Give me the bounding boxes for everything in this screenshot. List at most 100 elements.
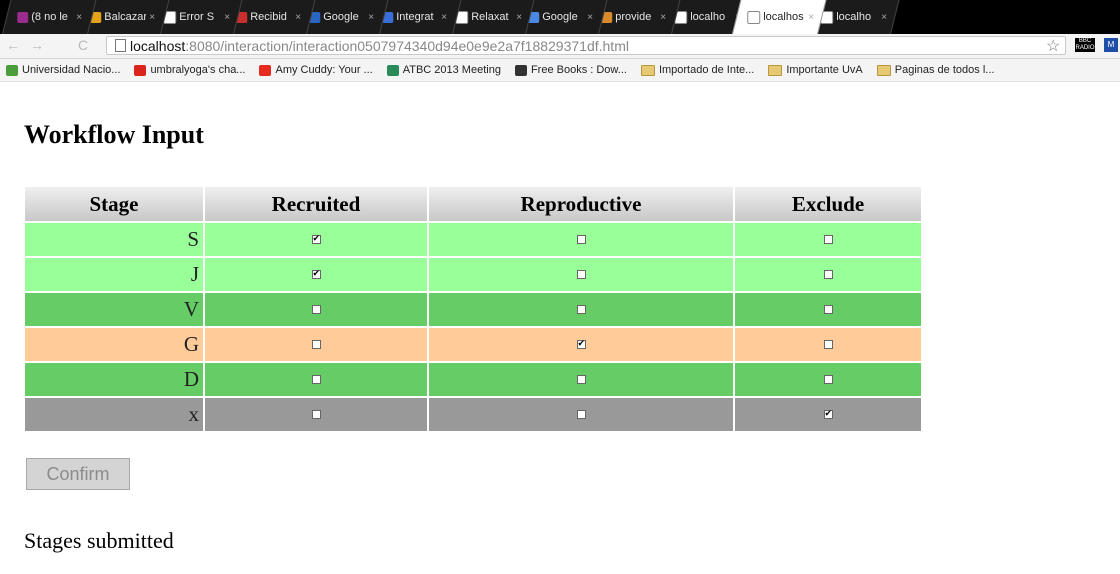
tab-close-icon[interactable]: × (516, 12, 522, 23)
exclude-cell (735, 258, 921, 291)
bookmark-label: Paginas de todos l... (894, 64, 995, 76)
tab-close-icon[interactable]: × (660, 12, 666, 23)
column-header-exclude: Exclude (735, 187, 921, 221)
recruited-checkbox[interactable] (311, 305, 321, 315)
tab-close-icon[interactable]: × (224, 12, 230, 23)
address-path: :8080/interaction/interaction0507974340d… (185, 38, 629, 54)
tab-close-icon[interactable]: × (368, 12, 374, 23)
folder-icon (768, 64, 783, 76)
exclude-cell (735, 223, 921, 256)
exclude-checkbox[interactable] (823, 305, 833, 315)
stage-cell: G (25, 328, 203, 361)
table-row: V (25, 293, 921, 326)
bookmark-item[interactable]: Importante UvA (768, 59, 863, 81)
browser-tab[interactable]: (8 no le × (2, 0, 97, 34)
youtube-icon (134, 64, 147, 76)
exclude-cell (735, 328, 921, 361)
ted-icon (259, 64, 272, 76)
bookmark-label: Amy Cuddy: Your ... (275, 64, 373, 76)
reload-icon[interactable]: C (78, 37, 88, 53)
browser-toolbar: ← → C localhost:8080/interaction/interac… (0, 34, 1120, 59)
recruited-cell: ✔ (205, 258, 427, 291)
reproductive-cell (429, 398, 733, 431)
exclude-checkbox[interactable] (823, 375, 833, 385)
reproductive-cell (429, 223, 733, 256)
bookmark-item[interactable]: Paginas de todos l... (876, 59, 995, 81)
table-header-row: Stage Recruited Reproductive Exclude (25, 187, 921, 221)
browser-tab-label: Integrat (396, 11, 434, 23)
reproductive-checkbox[interactable] (576, 270, 586, 280)
browser-tab-label: Relaxat (471, 11, 509, 23)
browser-tab-label: (8 no le (31, 11, 68, 23)
back-arrow-icon[interactable]: ← (6, 37, 20, 53)
recruited-cell (205, 363, 427, 396)
stage-cell: D (25, 363, 203, 396)
folder-icon (876, 64, 891, 76)
reproductive-checkbox[interactable] (576, 375, 586, 385)
recruited-cell (205, 293, 427, 326)
table-row: J ✔ (25, 258, 921, 291)
bookmark-item[interactable]: Free Books : Dow... (514, 59, 627, 81)
stage-cell: x (25, 398, 203, 431)
confirm-button[interactable]: Confirm (26, 458, 130, 490)
browser-tab-label: Recibid (250, 11, 287, 23)
page-icon (747, 10, 761, 24)
browser-tab[interactable]: localhos × (732, 0, 827, 34)
tab-close-icon[interactable]: × (881, 12, 887, 23)
reproductive-cell (429, 293, 733, 326)
bookmark-item[interactable]: Importado de Inte... (640, 59, 754, 81)
bookmark-label: Free Books : Dow... (530, 64, 627, 76)
bookmark-item[interactable]: umbralyoga's cha... (134, 59, 245, 81)
social-icon (17, 11, 29, 23)
window-controls (1070, 0, 1120, 34)
recruited-checkbox[interactable]: ✔ (311, 270, 321, 280)
browser-tab-label: Google (323, 11, 359, 23)
bbc-radio-icon[interactable]: BBC RADIO (1075, 38, 1095, 52)
browser-tab-label: localhos (763, 11, 804, 23)
forward-arrow-icon[interactable]: → (30, 37, 44, 53)
page-title: Workflow Input (24, 120, 204, 149)
address-bar[interactable]: localhost:8080/interaction/interaction05… (106, 36, 1066, 55)
tab-close-icon[interactable]: × (441, 12, 447, 23)
bookmark-label: umbralyoga's cha... (150, 64, 246, 76)
reproductive-checkbox[interactable] (576, 235, 586, 245)
tab-close-icon[interactable]: × (76, 12, 82, 23)
exclude-checkbox[interactable]: ✔ (823, 410, 833, 420)
bookmark-label: Importante UvA (786, 64, 863, 76)
table-row: S ✔ (25, 223, 921, 256)
bookmark-star-icon[interactable]: ☆ (1046, 36, 1060, 56)
reproductive-checkbox[interactable]: ✔ (576, 340, 586, 350)
bookmark-item[interactable]: Universidad Nacio... (6, 59, 120, 81)
leaf-icon (6, 64, 18, 76)
exclude-checkbox[interactable] (823, 235, 833, 245)
recruited-checkbox[interactable]: ✔ (311, 235, 321, 245)
bookmark-item[interactable]: Amy Cuddy: Your ... (259, 59, 373, 81)
tab-close-icon[interactable]: × (149, 12, 155, 23)
stage-cell: J (25, 258, 203, 291)
extension-icon[interactable]: M (1104, 38, 1118, 52)
bookmark-item[interactable]: ATBC 2013 Meeting (386, 59, 501, 81)
tab-close-icon[interactable]: × (808, 12, 814, 23)
exclude-checkbox[interactable] (823, 270, 833, 280)
stage-table: Stage Recruited Reproductive Exclude S ✔ J… (23, 185, 923, 433)
browser-tab-label: provide (615, 11, 652, 23)
tab-close-icon[interactable]: × (295, 12, 301, 23)
reproductive-checkbox[interactable] (576, 410, 586, 420)
tab-strip: (8 no le × Balcazar × Error S × Recibid × Google… (0, 0, 1120, 34)
browser-tab-label: Google (542, 11, 578, 23)
browser-tab-label: Balcazar (104, 11, 147, 23)
exclude-cell (735, 293, 921, 326)
reproductive-cell (429, 258, 733, 291)
stage-cell: V (25, 293, 203, 326)
recruited-cell (205, 398, 427, 431)
recruited-cell (205, 328, 427, 361)
column-header-reproductive: Reproductive (429, 187, 733, 221)
recruited-checkbox[interactable] (311, 410, 321, 420)
recruited-checkbox[interactable] (311, 375, 321, 385)
exclude-checkbox[interactable] (823, 340, 833, 350)
reproductive-cell (429, 363, 733, 396)
tab-close-icon[interactable]: × (587, 12, 593, 23)
recruited-checkbox[interactable] (311, 340, 321, 350)
reproductive-checkbox[interactable] (576, 305, 586, 315)
bookmark-label: Universidad Nacio... (22, 64, 121, 76)
